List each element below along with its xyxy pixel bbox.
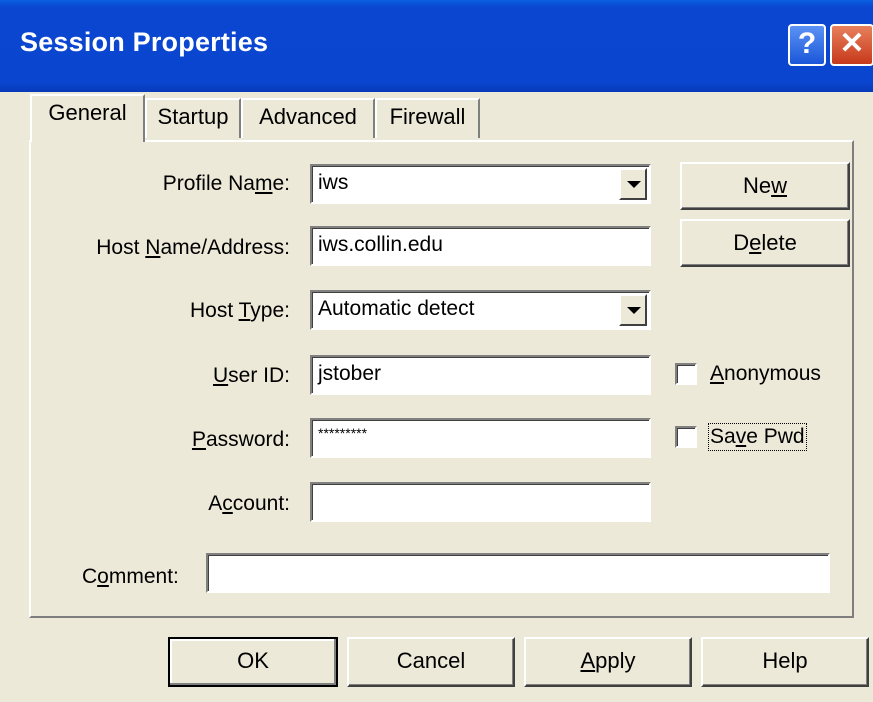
- chevron-down-icon[interactable]: [619, 168, 647, 200]
- tab-general-label: General: [48, 100, 127, 125]
- tab-general[interactable]: General: [30, 94, 145, 142]
- save-pwd-label[interactable]: Save Pwd: [708, 423, 807, 451]
- delete-button[interactable]: Delete: [680, 219, 850, 267]
- user-id-input[interactable]: jstober: [310, 355, 651, 395]
- comment-label: Comment:: [82, 565, 179, 588]
- help-button[interactable]: Help: [701, 637, 869, 687]
- apply-button[interactable]: Apply: [524, 637, 692, 687]
- password-input[interactable]: *********: [310, 418, 651, 458]
- tab-startup[interactable]: Startup: [145, 98, 241, 138]
- window-title: Session Properties: [20, 27, 269, 57]
- comment-input[interactable]: [206, 553, 830, 593]
- password-label: Password:: [191, 428, 290, 451]
- profile-name-value: iws: [318, 171, 349, 194]
- host-name-input[interactable]: iws.collin.edu: [310, 226, 651, 266]
- host-type-value: Automatic detect: [318, 297, 475, 320]
- save-pwd-checkbox[interactable]: [675, 426, 697, 448]
- tab-advanced[interactable]: Advanced: [241, 98, 375, 138]
- tab-firewall[interactable]: Firewall: [375, 98, 480, 138]
- anonymous-label[interactable]: Anonymous: [710, 362, 821, 386]
- new-button[interactable]: New: [680, 162, 850, 210]
- help-icon[interactable]: ?: [788, 24, 826, 66]
- cancel-button[interactable]: Cancel: [347, 637, 515, 687]
- tab-firewall-label: Firewall: [389, 104, 466, 129]
- user-id-label: User ID:: [212, 364, 290, 387]
- tab-advanced-label: Advanced: [259, 104, 357, 129]
- close-icon[interactable]: ✕: [830, 24, 873, 66]
- account-input[interactable]: [310, 482, 651, 522]
- tab-startup-label: Startup: [157, 104, 229, 129]
- account-label: Account:: [208, 492, 290, 515]
- host-name-label: Host Name/Address:: [96, 236, 290, 259]
- profile-name-label: Profile Name:: [162, 172, 290, 195]
- chevron-down-icon[interactable]: [619, 294, 647, 326]
- profile-name-select[interactable]: iws: [310, 164, 651, 204]
- title-bar: Session Properties ? ✕: [0, 0, 873, 92]
- anonymous-checkbox[interactable]: [675, 363, 697, 385]
- ok-button[interactable]: OK: [168, 637, 338, 687]
- host-type-select[interactable]: Automatic detect: [310, 290, 651, 330]
- host-type-label: Host Type:: [189, 299, 290, 322]
